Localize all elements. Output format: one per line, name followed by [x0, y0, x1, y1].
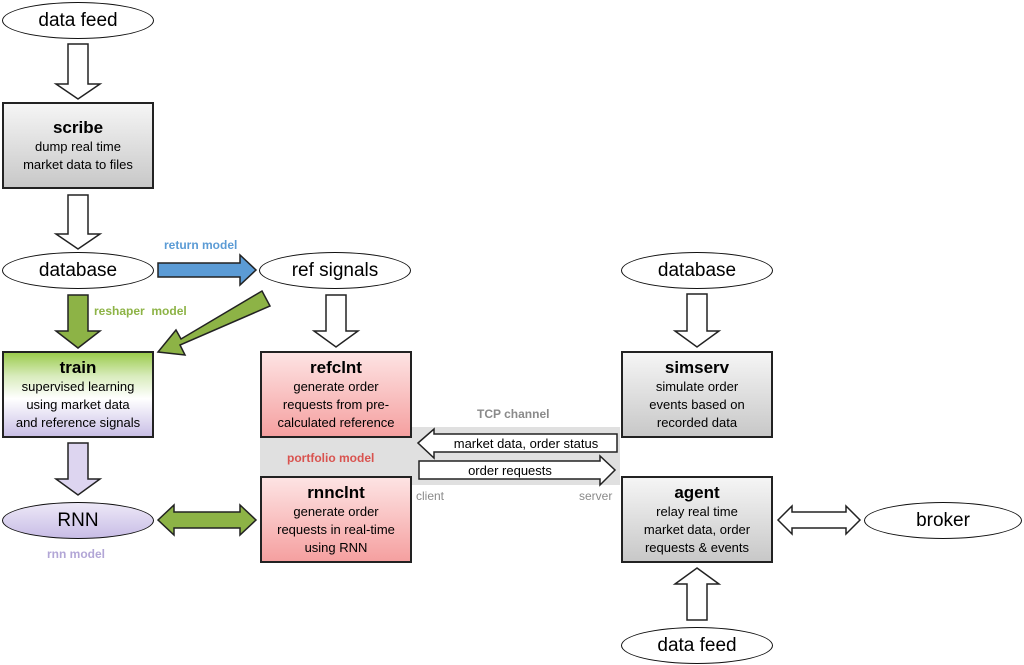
label-tcp-channel: TCP channel [477, 407, 550, 421]
label-return-model: return model [164, 238, 238, 252]
arrow-datafeed-to-scribe [53, 43, 103, 100]
node-database-left: database [2, 252, 154, 289]
label-reshaper-model: reshaper model [94, 304, 187, 318]
node-refclnt: refclnt generate order requests from pre… [260, 351, 412, 438]
label-rnn-model: rnn model [47, 547, 106, 561]
arrow-refsignals-to-refclnt [311, 294, 361, 348]
node-rnnclnt: rnnclnt generate order requests in real-… [260, 476, 412, 563]
node-data-feed-top: data feed [2, 2, 154, 39]
node-data-feed-bottom: data feed [621, 627, 773, 664]
node-database-right: database [621, 252, 773, 289]
node-scribe: scribe dump real time market data to fil… [2, 102, 154, 189]
node-agent: agent relay real time market data, order… [621, 476, 773, 563]
arrow-rnn-rnnclnt [156, 503, 258, 537]
rnnclnt-title: rnnclnt [307, 482, 365, 502]
node-simserv: simserv simulate order events based on r… [621, 351, 773, 438]
train-desc: supervised learning using market data an… [15, 378, 141, 430]
scribe-desc: dump real time market data to files [23, 138, 133, 172]
label-server: server [579, 489, 613, 503]
arrow-datafeed-to-agent [672, 567, 722, 621]
text-market-data-order-status: market data, order status [453, 436, 599, 451]
node-train: train supervised learning using market d… [2, 351, 154, 438]
node-rnn: RNN [2, 502, 154, 539]
arrow-scribe-to-database [53, 194, 103, 250]
refclnt-desc: generate order requests from pre- calcul… [277, 378, 395, 430]
label-portfolio-model: portfolio model [287, 451, 375, 465]
node-ref-signals: ref signals [259, 252, 411, 289]
text-order-requests: order requests [468, 463, 552, 478]
arrow-train-to-rnn [53, 442, 103, 496]
arrow-reshaper-database-to-train [53, 294, 103, 349]
train-title: train [59, 357, 97, 377]
simserv-desc: simulate order events based on recorded … [649, 378, 745, 430]
arrow-reshaper-refsignals-to-train [156, 289, 272, 356]
rnnclnt-desc: generate order requests in real-time usi… [277, 503, 395, 555]
arrows-layer [53, 43, 862, 621]
label-client: client [416, 489, 445, 503]
arrow-database-to-simserv [672, 293, 722, 348]
refclnt-title: refclnt [310, 357, 362, 377]
agent-title: agent [674, 482, 720, 502]
scribe-title: scribe [52, 117, 104, 137]
simserv-title: simserv [664, 357, 730, 377]
node-broker: broker [864, 502, 1022, 539]
agent-desc: relay real time market data, order reque… [643, 503, 751, 555]
arrow-return-model [157, 253, 258, 287]
arrow-agent-broker [776, 504, 862, 536]
